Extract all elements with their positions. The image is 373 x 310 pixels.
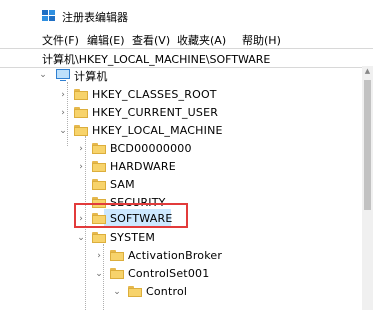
chevron-down-icon[interactable]: ⌄	[58, 122, 68, 140]
tree-item-label: HKEY_CLASSES_ROOT	[92, 88, 217, 101]
tree-item-hkey-classes-root[interactable]: › HKEY_CLASSES_ROOT	[0, 86, 360, 104]
tree-item-label: HKEY_LOCAL_MACHINE	[92, 124, 223, 137]
chevron-down-icon[interactable]: ⌄	[94, 265, 104, 283]
scroll-thumb[interactable]	[364, 80, 371, 210]
tree-item-computer[interactable]: ⌄ 计算机	[0, 66, 360, 84]
menu-file[interactable]: 文件(F)	[42, 32, 79, 48]
chevron-right-icon[interactable]: ›	[58, 104, 68, 122]
tree-item-label: Control	[146, 285, 188, 298]
chevron-down-icon[interactable]: ⌄	[112, 283, 122, 301]
tree-item-label: HKEY_CURRENT_USER	[92, 106, 219, 119]
scroll-up-icon[interactable]: ▲	[362, 66, 373, 77]
regedit-icon	[42, 10, 55, 21]
tree-item-sam[interactable]: SAM	[0, 176, 360, 194]
vertical-scrollbar[interactable]: ▲	[362, 66, 373, 310]
tree-item-label: ActivationBroker	[128, 249, 223, 262]
chevron-down-icon[interactable]: ⌄	[76, 229, 86, 247]
tree-item-hardware[interactable]: › HARDWARE	[0, 158, 360, 176]
window-title: 注册表编辑器	[62, 11, 128, 24]
folder-icon	[74, 107, 88, 118]
folder-icon	[74, 125, 88, 136]
menu-help[interactable]: 帮助(H)	[242, 32, 281, 48]
tree-item-hkey-current-user[interactable]: › HKEY_CURRENT_USER	[0, 104, 360, 122]
computer-icon	[56, 69, 70, 81]
chevron-down-icon[interactable]: ⌄	[38, 66, 48, 84]
tree-item-label: HARDWARE	[110, 160, 176, 173]
folder-icon	[92, 232, 106, 243]
tree-item-label: SYSTEM	[110, 231, 156, 244]
tree-item-hkey-local-machine[interactable]: ⌄ HKEY_LOCAL_MACHINE	[0, 122, 360, 140]
folder-icon	[92, 179, 106, 190]
folder-icon	[110, 268, 124, 279]
highlight-box	[74, 203, 188, 228]
chevron-right-icon[interactable]: ›	[58, 86, 68, 104]
tree-item-label: ControlSet001	[128, 267, 210, 280]
tree-item-label: SAM	[110, 178, 135, 191]
tree-item-label: 计算机	[74, 70, 108, 83]
chevron-right-icon[interactable]: ›	[76, 140, 86, 158]
menu-edit[interactable]: 编辑(E)	[87, 32, 125, 48]
address-bar[interactable]: 计算机\HKEY_LOCAL_MACHINE\SOFTWARE	[0, 48, 373, 68]
folder-icon	[110, 250, 124, 261]
tree-item-activation-broker[interactable]: › ActivationBroker	[0, 247, 360, 265]
menu-view[interactable]: 查看(V)	[132, 32, 170, 48]
address-path[interactable]: 计算机\HKEY_LOCAL_MACHINE\SOFTWARE	[42, 51, 270, 67]
title-bar: 注册表编辑器	[0, 0, 373, 30]
tree-item-system[interactable]: ⌄ SYSTEM	[0, 229, 360, 247]
chevron-right-icon[interactable]: ›	[94, 247, 104, 265]
chevron-right-icon[interactable]: ›	[76, 158, 86, 176]
tree-item-control[interactable]: ⌄ Control	[0, 283, 360, 301]
tree-item-controlset001[interactable]: ⌄ ControlSet001	[0, 265, 360, 283]
folder-icon	[128, 286, 142, 297]
tree-item-label: BCD00000000	[110, 142, 192, 155]
folder-icon	[74, 89, 88, 100]
folder-icon	[92, 143, 106, 154]
folder-icon	[92, 161, 106, 172]
menu-favorites[interactable]: 收藏夹(A)	[177, 32, 226, 48]
menu-bar: 文件(F) 编辑(E) 查看(V) 收藏夹(A) 帮助(H)	[0, 30, 373, 48]
registry-tree: ⌄ 计算机 › HKEY_CLASSES_ROOT › HKEY_CURRENT…	[0, 66, 362, 310]
tree-item-bcd[interactable]: › BCD00000000	[0, 140, 360, 158]
